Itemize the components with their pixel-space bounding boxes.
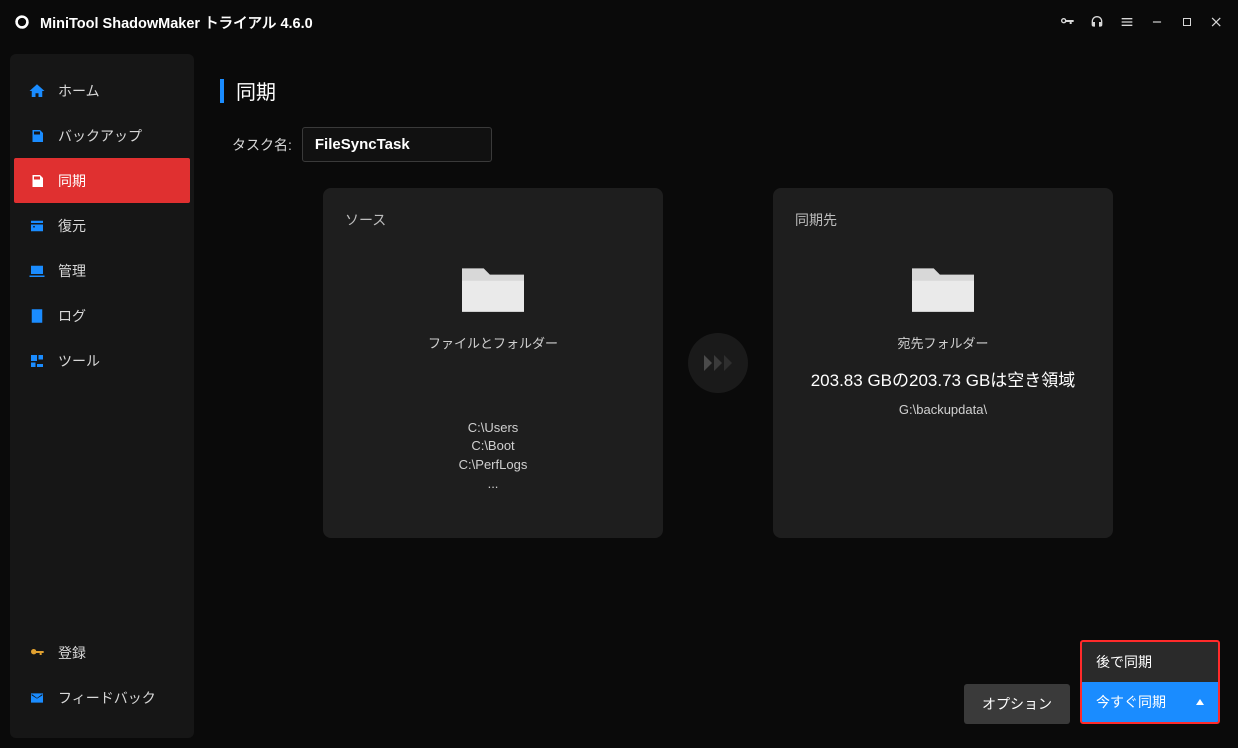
options-button[interactable]: オプション (964, 684, 1070, 724)
sync-icon (28, 172, 46, 190)
destination-freespace: 203.83 GBの203.73 GBは空き領域 (795, 366, 1091, 391)
sidebar-item-label: ツール (58, 351, 100, 371)
register-key-icon (28, 644, 46, 662)
arrow-between (663, 331, 773, 395)
sidebar-item-restore[interactable]: 復元 (10, 203, 194, 248)
titlebar: MiniTool ShadowMaker トライアル 4.6.0 (0, 0, 1238, 44)
sidebar-item-backup[interactable]: バックアップ (10, 113, 194, 158)
maximize-icon[interactable] (1172, 7, 1202, 37)
sidebar-item-label: ホーム (58, 81, 100, 101)
sync-now-button[interactable]: 今すぐ同期 (1082, 682, 1218, 722)
source-paths: C:\Users C:\Boot C:\PerfLogs ... (345, 419, 641, 494)
sidebar-item-label: ログ (58, 306, 86, 326)
app-logo-icon (12, 12, 32, 32)
source-label: ソース (345, 210, 641, 230)
sidebar-item-label: バックアップ (58, 126, 142, 146)
destination-subtitle: 宛先フォルダー (795, 333, 1091, 352)
footer-row: オプション 後で同期 今すぐ同期 (964, 640, 1220, 724)
restore-icon (28, 217, 46, 235)
sync-later-option[interactable]: 後で同期 (1082, 642, 1218, 682)
sync-menu: 後で同期 今すぐ同期 (1080, 640, 1220, 724)
cards-row: ソース ファイルとフォルダー C:\Users C:\Boot C:\PerfL… (323, 188, 1113, 538)
sidebar-item-label: 復元 (58, 216, 86, 236)
sidebar-item-manage[interactable]: 管理 (10, 248, 194, 293)
page-title: 同期 (236, 76, 276, 105)
sidebar-item-register[interactable]: 登録 (10, 630, 194, 675)
headset-icon[interactable] (1082, 7, 1112, 37)
source-subtitle: ファイルとフォルダー (345, 333, 641, 352)
menu-icon[interactable] (1112, 7, 1142, 37)
sidebar: ホーム バックアップ 同期 復元 (10, 54, 194, 738)
page-header: 同期 (220, 76, 1220, 105)
destination-path: G:\backupdata\ (795, 401, 1091, 420)
log-icon (28, 307, 46, 325)
key-icon[interactable] (1052, 7, 1082, 37)
backup-icon (28, 127, 46, 145)
chevrons-right-icon (686, 331, 750, 395)
task-name-row: タスク名: (232, 127, 1220, 162)
sidebar-item-log[interactable]: ログ (10, 293, 194, 338)
mail-icon (28, 689, 46, 707)
app-title: MiniTool ShadowMaker トライアル 4.6.0 (40, 12, 313, 33)
folder-icon (904, 256, 982, 323)
home-icon (28, 82, 46, 100)
destination-card[interactable]: 同期先 宛先フォルダー 203.83 GBの203.73 GBは空き領域 G:\… (773, 188, 1113, 538)
main-panel: 同期 タスク名: ソース ファイルとフォルダー C:\Users C:\Boot… (208, 54, 1228, 738)
close-icon[interactable] (1202, 7, 1232, 37)
manage-icon (28, 262, 46, 280)
sidebar-item-label: 同期 (58, 171, 86, 191)
task-name-label: タスク名: (232, 135, 292, 155)
sidebar-item-sync[interactable]: 同期 (14, 158, 190, 203)
sidebar-item-feedback[interactable]: フィードバック (10, 675, 194, 720)
folder-icon (454, 256, 532, 323)
sidebar-item-label: 登録 (58, 643, 86, 663)
sync-now-label: 今すぐ同期 (1096, 692, 1166, 712)
page-accent-bar (220, 79, 224, 103)
tools-icon (28, 352, 46, 370)
sidebar-item-label: フィードバック (58, 688, 156, 708)
sidebar-item-label: 管理 (58, 261, 86, 281)
task-name-input[interactable] (302, 127, 492, 162)
sidebar-item-tools[interactable]: ツール (10, 338, 194, 383)
minimize-icon[interactable] (1142, 7, 1172, 37)
destination-label: 同期先 (795, 210, 1091, 230)
source-card[interactable]: ソース ファイルとフォルダー C:\Users C:\Boot C:\PerfL… (323, 188, 663, 538)
dropdown-arrow-icon (1196, 699, 1204, 705)
sidebar-item-home[interactable]: ホーム (10, 68, 194, 113)
